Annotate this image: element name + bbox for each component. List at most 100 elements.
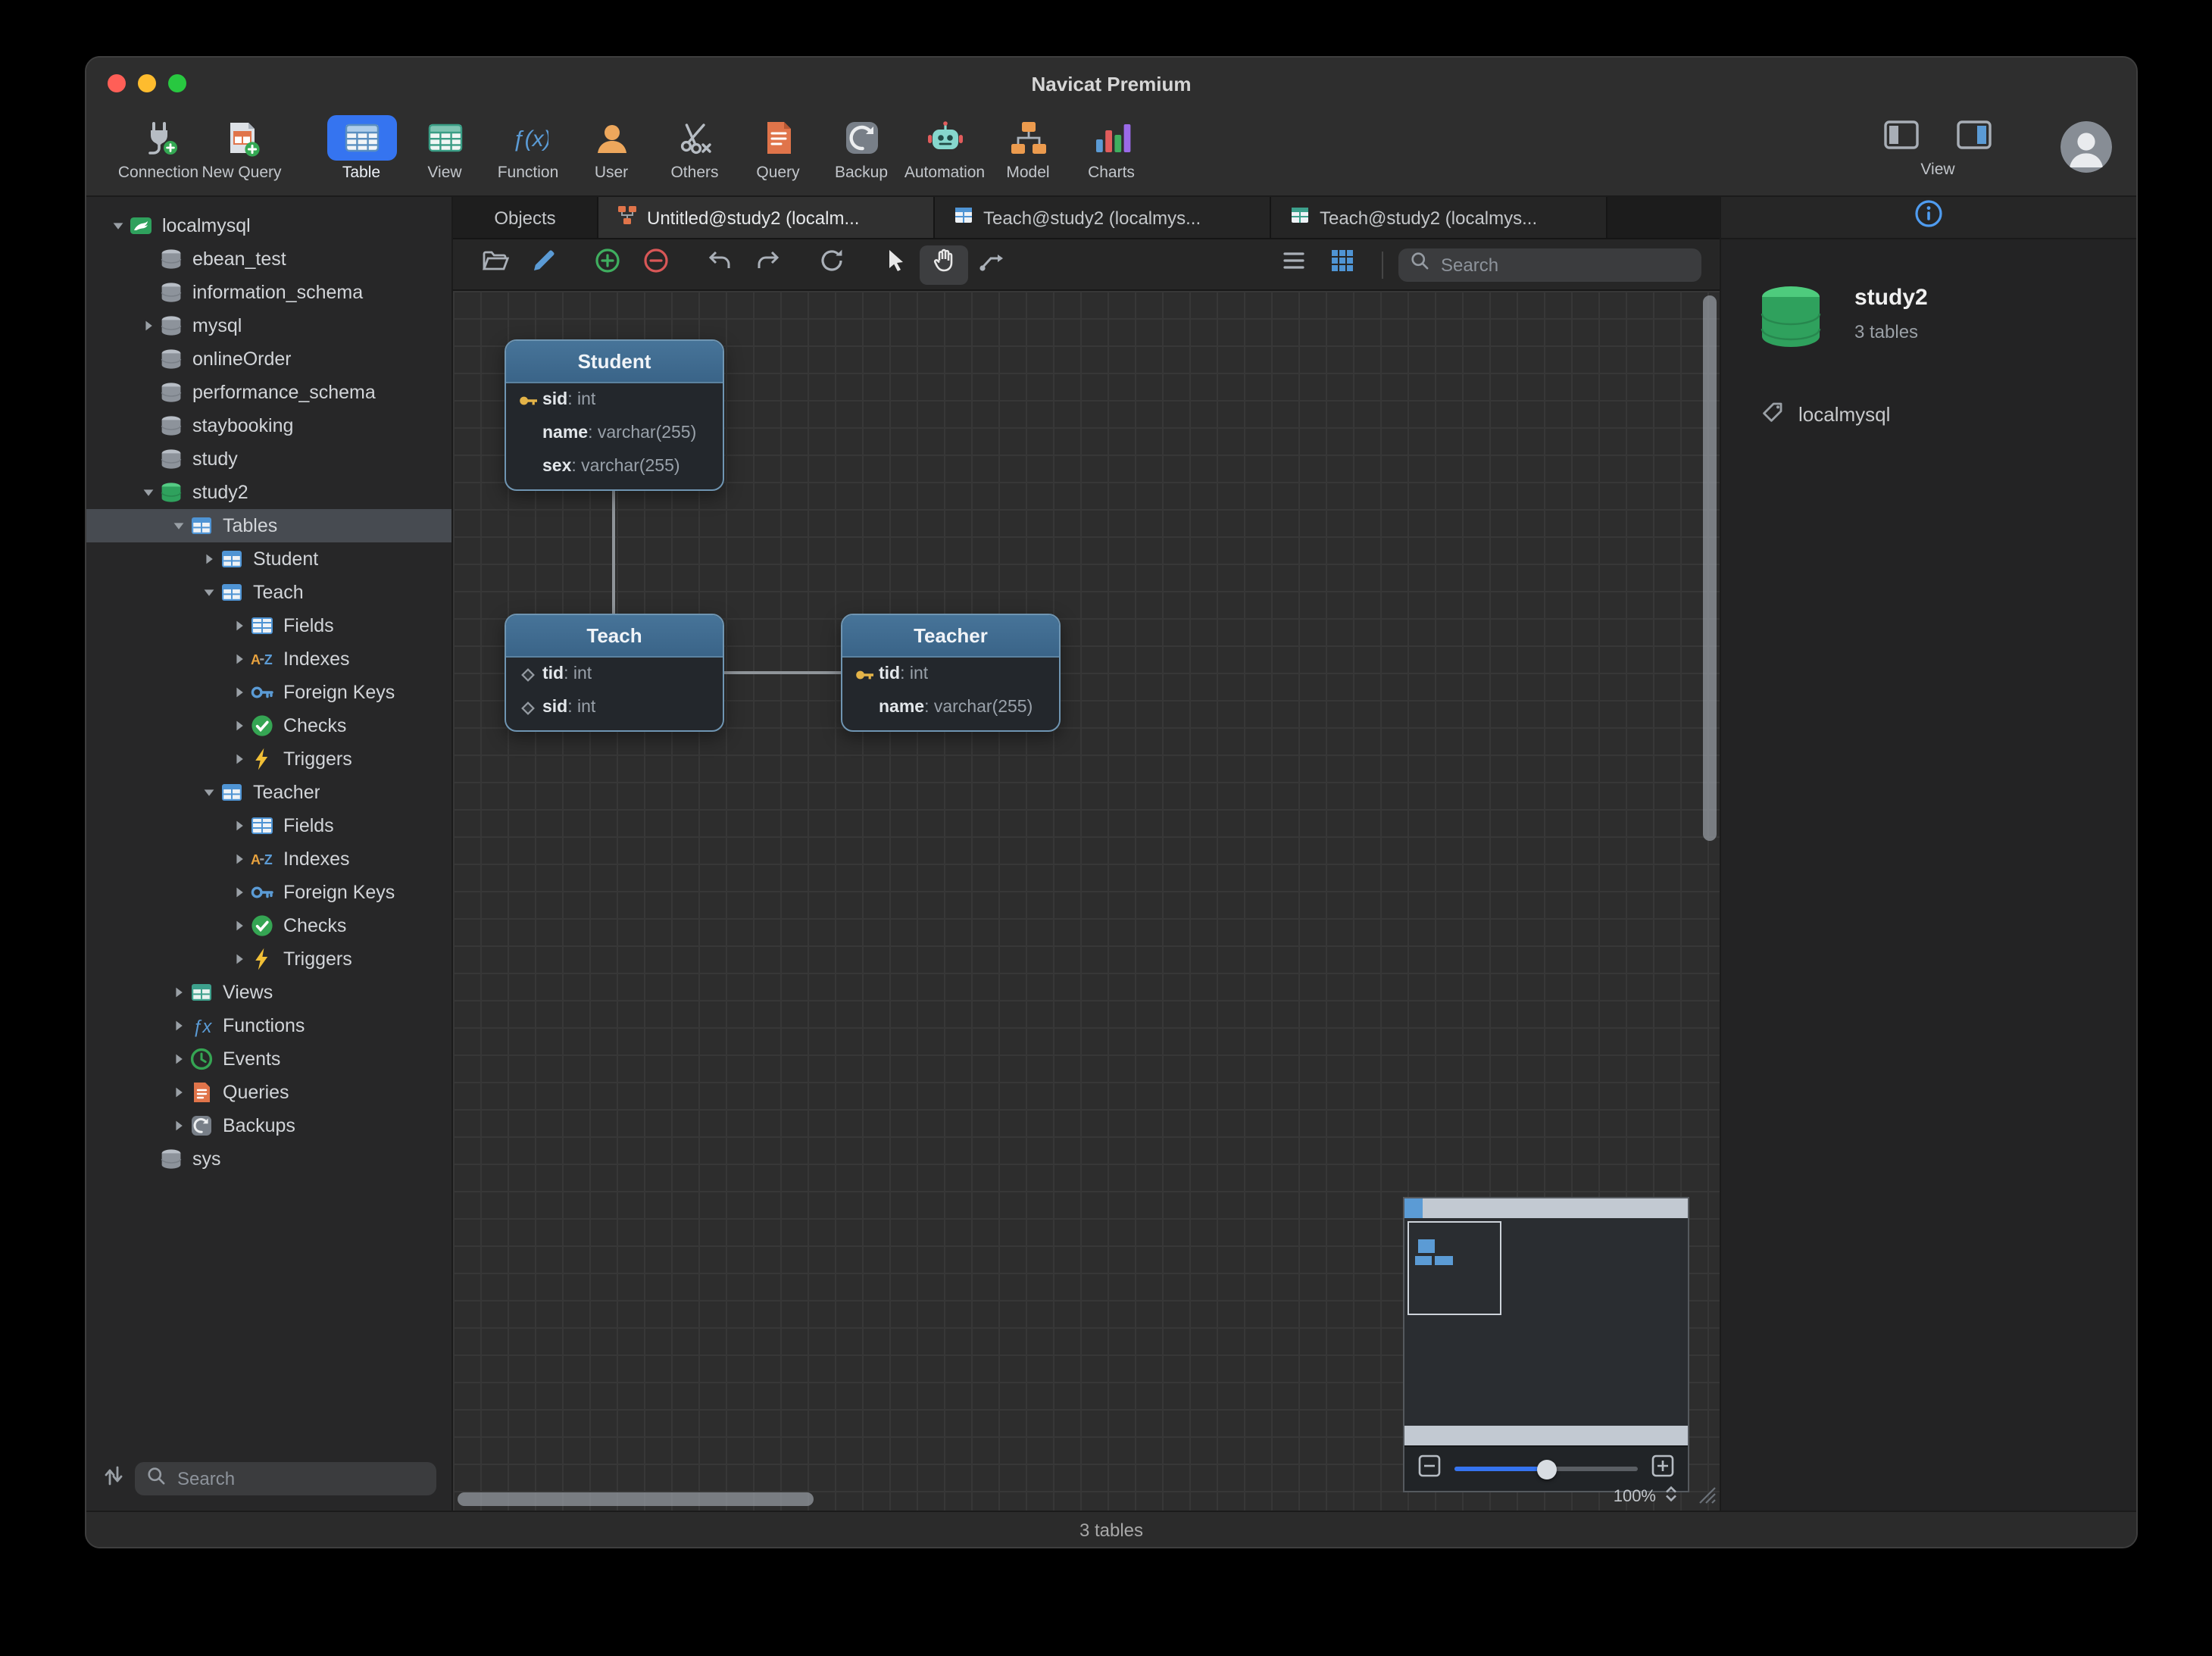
tree-item-backups[interactable]: Backups	[86, 1109, 451, 1142]
toolbar-item-automation[interactable]: Automation	[903, 109, 986, 182]
tab-teach-study2-localmys[interactable]: Teach@study2 (localmys...	[1271, 197, 1607, 238]
tree-item-staybooking[interactable]: staybooking	[86, 409, 451, 442]
diagram-canvas[interactable]: 100% Student sid: int name: varchar(255) se…	[453, 291, 1720, 1511]
minimap-panel[interactable]	[1403, 1197, 1689, 1492]
minimap-h-thumb[interactable]	[1404, 1198, 1423, 1218]
tree-item-foreign-keys[interactable]: Foreign Keys	[86, 676, 451, 709]
add-table-button[interactable]	[583, 245, 632, 284]
zoom-slider[interactable]	[1454, 1459, 1638, 1479]
titlebar[interactable]: Navicat Premium	[86, 58, 2136, 109]
chevron-right-icon[interactable]	[198, 551, 220, 567]
minimize-button[interactable]	[138, 74, 156, 92]
toggle-info-pane-icon[interactable]	[1954, 114, 1994, 161]
open-folder-button[interactable]	[471, 245, 520, 284]
tree-item-performance-schema[interactable]: performance_schema	[86, 376, 451, 409]
toolbar-item-user[interactable]: User	[570, 109, 653, 182]
tree-item-indexes[interactable]: A Z Indexes	[86, 842, 451, 876]
tree-item-foreign-keys[interactable]: Foreign Keys	[86, 876, 451, 909]
refresh-button[interactable]	[808, 245, 856, 284]
sidebar-search[interactable]	[135, 1462, 436, 1495]
toolbar-item-model[interactable]: Model	[986, 109, 1070, 182]
relation-student-teach[interactable]	[612, 488, 615, 614]
zoom-in-button[interactable]	[1651, 1454, 1674, 1484]
tree-item-triggers[interactable]: Triggers	[86, 942, 451, 976]
tree-item-queries[interactable]: Queries	[86, 1076, 451, 1109]
toolbar-item-others[interactable]: Others	[653, 109, 736, 182]
tree-item-study2[interactable]: study2	[86, 476, 451, 509]
remove-table-button[interactable]	[632, 245, 680, 284]
sidebar-search-input[interactable]	[174, 1467, 426, 1491]
chevron-right-icon[interactable]	[168, 1118, 189, 1133]
undo-button[interactable]	[695, 245, 744, 284]
chevron-down-icon[interactable]	[198, 585, 220, 600]
toolbar-item-backup[interactable]: Backup	[820, 109, 903, 182]
edit-button[interactable]	[520, 245, 568, 284]
tab-teach-study2-localmys[interactable]: Teach@study2 (localmys...	[935, 197, 1271, 238]
grid-view-button[interactable]	[1318, 245, 1367, 284]
tree-item-onlineorder[interactable]: onlineOrder	[86, 342, 451, 376]
tree-item-student[interactable]: Student	[86, 542, 451, 576]
chevron-right-icon[interactable]	[229, 618, 250, 633]
chevron-right-icon[interactable]	[229, 951, 250, 967]
hand-tool-button[interactable]	[920, 245, 968, 284]
tree-item-teacher[interactable]: Teacher	[86, 776, 451, 809]
toolbar-item-query[interactable]: Query	[736, 109, 820, 182]
close-button[interactable]	[108, 74, 126, 92]
tree-item-checks[interactable]: Checks	[86, 909, 451, 942]
tree-item-triggers[interactable]: Triggers	[86, 742, 451, 776]
diagram-table-student[interactable]: Student sid: int name: varchar(255) sex: va…	[505, 339, 724, 491]
chevron-down-icon[interactable]	[138, 485, 159, 500]
chevron-right-icon[interactable]	[138, 318, 159, 333]
chevron-right-icon[interactable]	[229, 851, 250, 867]
minimap-content[interactable]	[1404, 1218, 1688, 1426]
tree-item-fields[interactable]: Fields	[86, 809, 451, 842]
minimap-viewport[interactable]	[1407, 1221, 1501, 1315]
tree-item-tables[interactable]: Tables	[86, 509, 451, 542]
select-tool-button[interactable]	[871, 245, 920, 284]
chevron-right-icon[interactable]	[229, 818, 250, 833]
tree-item-study[interactable]: study	[86, 442, 451, 476]
tab-untitled-study2-localm[interactable]: Untitled@study2 (localm...	[598, 197, 935, 238]
chevron-right-icon[interactable]	[229, 885, 250, 900]
toolbar-item-charts[interactable]: Charts	[1070, 109, 1153, 182]
toolbar-item-connection[interactable]: Connection	[117, 109, 200, 182]
minimap-h-scrollbar[interactable]	[1404, 1198, 1688, 1218]
zoom-button[interactable]	[168, 74, 186, 92]
chevron-right-icon[interactable]	[168, 985, 189, 1000]
diagram-table-teach[interactable]: Teach tid: int sid: int	[505, 614, 724, 732]
tree-item-ebean-test[interactable]: ebean_test	[86, 242, 451, 276]
vertical-scrollbar[interactable]	[1703, 295, 1717, 841]
chevron-right-icon[interactable]	[229, 685, 250, 700]
zoom-slider-thumb[interactable]	[1536, 1459, 1556, 1479]
canvas-search-input[interactable]	[1438, 252, 1691, 277]
tab-objects[interactable]: Objects	[453, 197, 598, 238]
toolbar-item-new-query[interactable]: New Query	[200, 109, 283, 182]
tree-item-indexes[interactable]: A Z Indexes	[86, 642, 451, 676]
tree-item-events[interactable]: Events	[86, 1042, 451, 1076]
info-icon[interactable]	[1914, 198, 1944, 236]
tree-item-fields[interactable]: Fields	[86, 609, 451, 642]
chevron-right-icon[interactable]	[229, 751, 250, 767]
toolbar-item-view[interactable]: View	[403, 109, 486, 182]
relation-tool-button[interactable]	[968, 245, 1017, 284]
sort-filter-icon[interactable]	[102, 1463, 126, 1495]
toggle-objects-pane-icon[interactable]	[1882, 114, 1921, 161]
horizontal-scrollbar[interactable]	[458, 1492, 814, 1506]
zoom-stepper-icon[interactable]	[1662, 1485, 1680, 1508]
tree-item-mysql[interactable]: mysql	[86, 309, 451, 342]
diagram-table-teacher[interactable]: Teacher tid: int name: varchar(255)	[841, 614, 1061, 732]
chevron-right-icon[interactable]	[229, 651, 250, 667]
tree-item-teach[interactable]: Teach	[86, 576, 451, 609]
chevron-down-icon[interactable]	[168, 518, 189, 533]
chevron-right-icon[interactable]	[229, 718, 250, 733]
chevron-right-icon[interactable]	[168, 1051, 189, 1067]
zoom-out-button[interactable]	[1418, 1454, 1441, 1484]
tree-item-information-schema[interactable]: information_schema	[86, 276, 451, 309]
tree-item-views[interactable]: Views	[86, 976, 451, 1009]
resize-grip[interactable]	[1695, 1486, 1718, 1509]
relation-teach-teacher[interactable]	[724, 671, 841, 674]
chevron-down-icon[interactable]	[198, 785, 220, 800]
chevron-right-icon[interactable]	[168, 1018, 189, 1033]
redo-button[interactable]	[744, 245, 792, 284]
list-view-button[interactable]	[1270, 245, 1318, 284]
